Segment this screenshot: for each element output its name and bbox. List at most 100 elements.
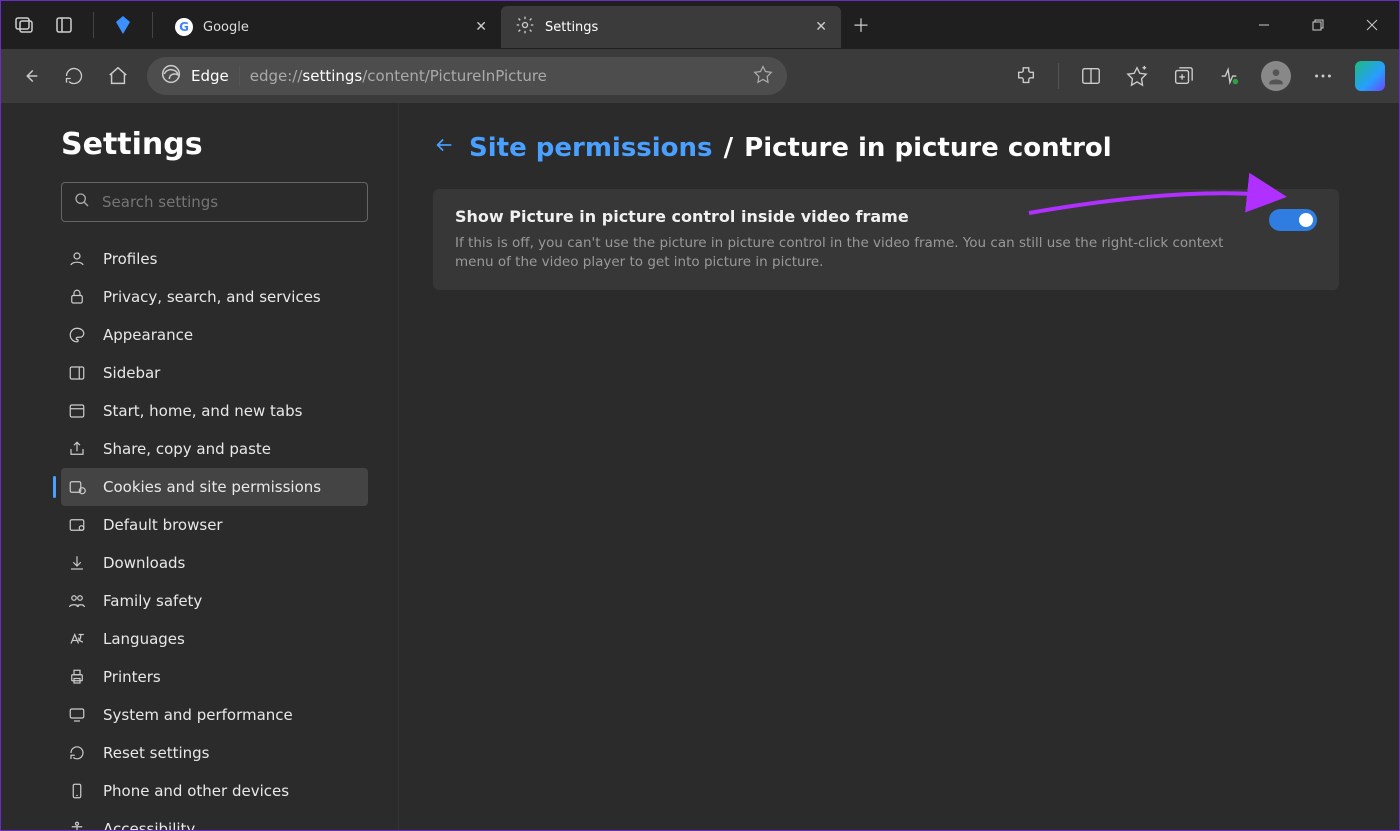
search-settings-box[interactable] xyxy=(61,182,368,222)
breadcrumb: Site permissions / Picture in picture co… xyxy=(469,133,1112,163)
profile-icon xyxy=(67,249,87,269)
printer-icon xyxy=(67,667,87,687)
browser-icon xyxy=(67,515,87,535)
sidebar-item-share[interactable]: Share, copy and paste xyxy=(61,430,368,468)
palette-icon xyxy=(67,325,87,345)
vertical-tabs-icon[interactable] xyxy=(53,14,75,36)
close-icon[interactable]: ✕ xyxy=(475,19,487,35)
collections-icon[interactable] xyxy=(1169,62,1197,90)
sidebar-item-default-browser[interactable]: Default browser xyxy=(61,506,368,544)
reset-icon xyxy=(67,743,87,763)
favorites-icon[interactable] xyxy=(1123,62,1151,90)
search-input[interactable] xyxy=(102,193,355,211)
gear-icon xyxy=(515,15,535,39)
sidebar-item-label: Default browser xyxy=(103,516,223,534)
profile-avatar[interactable] xyxy=(1261,61,1291,91)
setting-description: If this is off, you can't use the pictur… xyxy=(455,234,1249,272)
address-bar[interactable]: Edge edge://settings/content/PictureInPi… xyxy=(147,57,787,95)
sidebar-item-label: Start, home, and new tabs xyxy=(103,402,302,420)
setting-title: Show Picture in picture control inside v… xyxy=(455,207,1249,226)
breadcrumb-current: Picture in picture control xyxy=(744,133,1112,163)
separator xyxy=(152,12,153,38)
pip-toggle[interactable] xyxy=(1269,209,1317,231)
search-icon xyxy=(74,192,90,212)
breadcrumb-link[interactable]: Site permissions xyxy=(469,133,713,163)
sidebar-item-label: Profiles xyxy=(103,250,157,268)
google-favicon-icon: G xyxy=(175,18,193,36)
sidebar-item-phone[interactable]: Phone and other devices xyxy=(61,772,368,810)
breadcrumb-back-icon[interactable] xyxy=(433,134,455,162)
sidebar-item-label: System and performance xyxy=(103,706,293,724)
url-text: edge://settings/content/PictureInPicture xyxy=(250,67,547,85)
language-icon xyxy=(67,629,87,649)
sidebar-item-cookies[interactable]: Cookies and site permissions xyxy=(61,468,368,506)
close-icon[interactable]: ✕ xyxy=(815,19,827,35)
sidebar-item-reset[interactable]: Reset settings xyxy=(61,734,368,772)
monitor-icon xyxy=(67,705,87,725)
tab-google[interactable]: G Google ✕ xyxy=(161,6,501,48)
setting-card: Show Picture in picture control inside v… xyxy=(433,189,1339,290)
separator xyxy=(93,12,94,38)
sidebar-item-label: Sidebar xyxy=(103,364,160,382)
breadcrumb-separator: / xyxy=(724,133,734,163)
tab-settings[interactable]: Settings ✕ xyxy=(501,6,841,48)
sidebar-item-appearance[interactable]: Appearance xyxy=(61,316,368,354)
breadcrumb-row: Site permissions / Picture in picture co… xyxy=(433,133,1339,163)
new-tab-button[interactable]: ＋ xyxy=(841,1,881,49)
back-button[interactable] xyxy=(15,61,45,91)
minimize-button[interactable] xyxy=(1237,7,1291,43)
sidebar-item-label: Reset settings xyxy=(103,744,210,762)
sidebar-item-system[interactable]: System and performance xyxy=(61,696,368,734)
extensions-icon[interactable] xyxy=(1012,62,1040,90)
sidebar-item-downloads[interactable]: Downloads xyxy=(61,544,368,582)
close-window-button[interactable] xyxy=(1345,7,1399,43)
download-icon xyxy=(67,553,87,573)
refresh-button[interactable] xyxy=(59,61,89,91)
sidebar-item-start[interactable]: Start, home, and new tabs xyxy=(61,392,368,430)
sidebar-item-profiles[interactable]: Profiles xyxy=(61,240,368,278)
sidebar-item-printers[interactable]: Printers xyxy=(61,658,368,696)
edge-logo-icon xyxy=(161,64,181,88)
sidebar-icon xyxy=(67,363,87,383)
titlebar: G Google ✕ Settings ✕ ＋ xyxy=(1,1,1399,49)
tab-label: Google xyxy=(203,20,465,35)
nav-list: Profiles Privacy, search, and services A… xyxy=(61,240,368,830)
share-icon xyxy=(67,439,87,459)
sidebar-item-label: Family safety xyxy=(103,592,202,610)
sidebar-item-label: Cookies and site permissions xyxy=(103,478,321,496)
sidebar-item-family[interactable]: Family safety xyxy=(61,582,368,620)
sidebar-item-sidebar[interactable]: Sidebar xyxy=(61,354,368,392)
browser-essentials-icon[interactable] xyxy=(1215,62,1243,90)
content-area: Settings Profiles Privacy, search, and s… xyxy=(1,103,1399,830)
copilot-icon[interactable] xyxy=(1355,61,1385,91)
sidebar-item-label: Downloads xyxy=(103,554,185,572)
toolbar: Edge edge://settings/content/PictureInPi… xyxy=(1,49,1399,103)
accessibility-icon xyxy=(67,819,87,830)
lock-icon xyxy=(67,287,87,307)
favorite-star-icon[interactable] xyxy=(753,64,773,88)
split-screen-icon[interactable] xyxy=(1077,62,1105,90)
main-content: Site permissions / Picture in picture co… xyxy=(399,103,1399,830)
sidebar-item-label: Accessibility xyxy=(103,820,195,830)
window-controls xyxy=(1237,7,1399,43)
sidebar-item-privacy[interactable]: Privacy, search, and services xyxy=(61,278,368,316)
home-button[interactable] xyxy=(103,61,133,91)
tab-label: Settings xyxy=(545,20,805,35)
toolbar-right xyxy=(1012,61,1385,91)
sidebar-item-languages[interactable]: Languages xyxy=(61,620,368,658)
separator xyxy=(1058,63,1059,89)
more-menu-icon[interactable] xyxy=(1309,62,1337,90)
sidebar-item-accessibility[interactable]: Accessibility xyxy=(61,810,368,830)
settings-title: Settings xyxy=(61,127,368,162)
tabs-container: G Google ✕ Settings ✕ ＋ xyxy=(161,1,1237,49)
settings-sidebar: Settings Profiles Privacy, search, and s… xyxy=(1,103,399,830)
sidebar-item-label: Appearance xyxy=(103,326,193,344)
sidebar-item-label: Privacy, search, and services xyxy=(103,288,321,306)
family-icon xyxy=(67,591,87,611)
tab-actions-icon[interactable] xyxy=(13,14,35,36)
sidebar-item-label: Phone and other devices xyxy=(103,782,289,800)
maximize-button[interactable] xyxy=(1291,7,1345,43)
titlebar-left xyxy=(1,12,153,38)
sapphire-icon[interactable] xyxy=(112,14,134,36)
window-icon xyxy=(67,401,87,421)
